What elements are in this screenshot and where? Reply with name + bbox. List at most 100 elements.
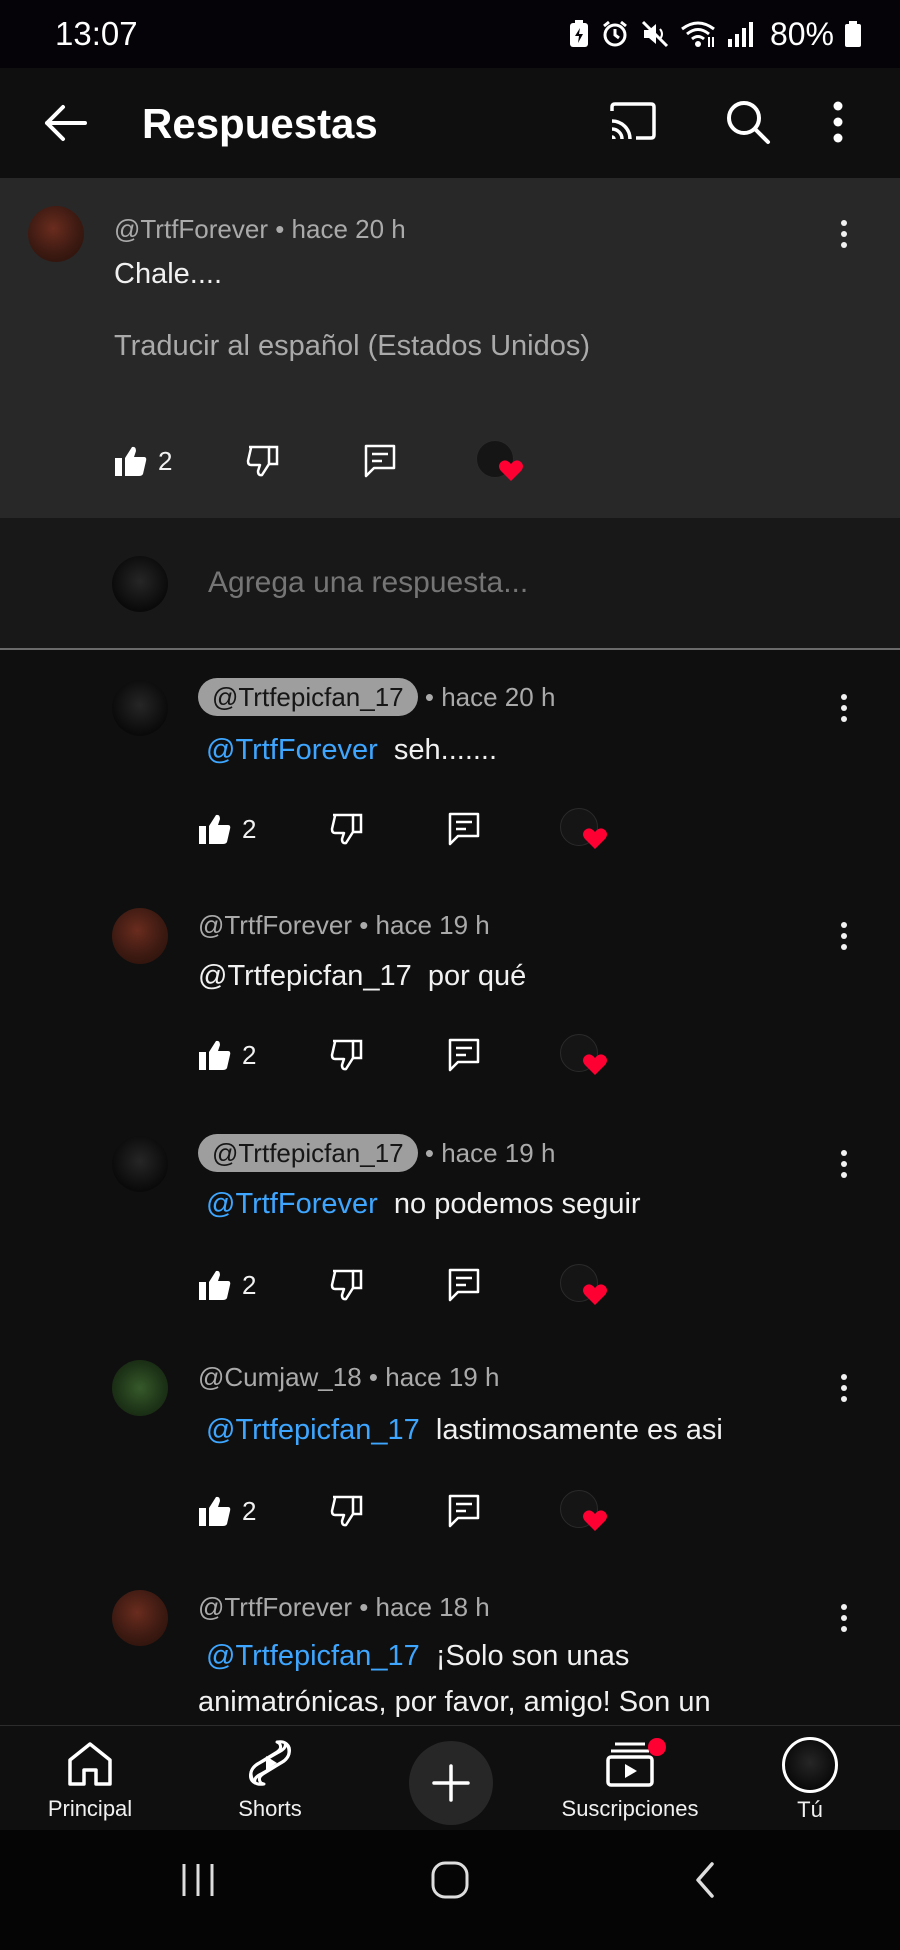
thumb-down-icon xyxy=(330,1039,363,1071)
nav-subscriptions[interactable]: Suscripciones xyxy=(556,1726,704,1831)
comment-author[interactable]: @TrtfForever xyxy=(198,910,352,940)
like-button[interactable]: 2 xyxy=(198,812,256,846)
heart-icon xyxy=(583,1054,607,1075)
translate-link[interactable]: Traducir al español (Estados Unidos) xyxy=(114,330,590,363)
creator-heart xyxy=(560,1490,608,1536)
reply-input[interactable] xyxy=(208,566,808,600)
recents-button[interactable] xyxy=(178,1860,218,1905)
mention-text[interactable]: @Trtfepicfan_17 xyxy=(198,960,412,992)
cast-button[interactable] xyxy=(608,101,658,146)
back-button[interactable] xyxy=(40,98,90,148)
heart-icon xyxy=(583,1510,607,1531)
app-bar: Respuestas xyxy=(0,68,900,178)
comment-menu-button[interactable] xyxy=(834,688,854,728)
reply-button[interactable] xyxy=(448,1038,480,1072)
comment-text: @TrtfForever seh....... xyxy=(206,734,498,766)
dislike-button[interactable] xyxy=(330,1494,364,1528)
reply-button[interactable] xyxy=(448,1268,480,1302)
mention-link[interactable]: @Trtfepicfan_17 xyxy=(206,1640,420,1672)
avatar[interactable] xyxy=(112,908,168,964)
nav-you[interactable]: Tú xyxy=(760,1726,860,1831)
comment-time: • hace 18 h xyxy=(359,1592,490,1622)
comment-menu-button[interactable] xyxy=(834,916,854,956)
like-count: 2 xyxy=(242,1495,257,1526)
dislike-button[interactable] xyxy=(330,812,364,846)
avatar[interactable] xyxy=(112,1590,168,1646)
thumb-down-icon xyxy=(330,1495,363,1527)
battery-percent: 80% xyxy=(769,15,834,52)
plus-icon xyxy=(432,1764,470,1802)
comment-author[interactable]: @TrtfForever xyxy=(198,1592,352,1622)
parent-comment: @TrtfForever • hace 20 h Chale.... Tradu… xyxy=(0,178,900,518)
thumb-up-filled-icon xyxy=(199,1270,231,1300)
like-count: 2 xyxy=(242,1039,257,1070)
mention-link[interactable]: @TrtfForever xyxy=(206,1188,378,1220)
like-button[interactable]: 2 xyxy=(114,444,172,478)
home-system-button[interactable] xyxy=(430,1860,470,1905)
comment-author-chip[interactable]: @Trtfepicfan_17 xyxy=(198,1134,418,1172)
mention-link[interactable]: @TrtfForever xyxy=(206,734,378,766)
home-icon xyxy=(68,1742,112,1786)
comment-icon xyxy=(448,1494,480,1528)
comment-icon xyxy=(448,1038,480,1072)
mention-link[interactable]: @Trtfepicfan_17 xyxy=(206,1414,420,1446)
search-button[interactable] xyxy=(724,98,772,151)
like-button[interactable]: 2 xyxy=(198,1038,256,1072)
like-button[interactable]: 2 xyxy=(198,1268,256,1302)
reply-button[interactable] xyxy=(448,1494,480,1528)
dislike-button[interactable] xyxy=(330,1038,364,1072)
comment-menu-button[interactable] xyxy=(834,1598,854,1638)
notification-dot xyxy=(648,1738,666,1756)
shorts-icon xyxy=(249,1740,291,1786)
comment-menu-button[interactable] xyxy=(834,1368,854,1408)
comment-actions: 2 xyxy=(198,1034,698,1088)
comment-author[interactable]: @Cumjaw_18 xyxy=(198,1362,362,1392)
comment-icon xyxy=(448,812,480,846)
comment-text: @Trtfepicfan_17 ¡Solo son unas xyxy=(206,1640,630,1672)
dislike-button[interactable] xyxy=(246,444,280,478)
nav-shorts[interactable]: Shorts xyxy=(220,1726,320,1831)
nav-shorts-label: Shorts xyxy=(238,1796,302,1821)
back-system-button[interactable] xyxy=(690,1860,720,1905)
avatar[interactable] xyxy=(112,680,168,736)
avatar[interactable] xyxy=(112,1360,168,1416)
create-button[interactable] xyxy=(409,1741,493,1825)
comment-author[interactable]: @TrtfForever xyxy=(114,214,268,244)
battery-icon xyxy=(845,21,861,47)
nav-you-label: Tú xyxy=(797,1797,823,1822)
heart-icon xyxy=(583,1284,607,1305)
comment-text: @TrtfForever no podemos seguir xyxy=(206,1188,641,1220)
avatar[interactable] xyxy=(28,206,84,262)
reply-item: @Trtfepicfan_17 • hace 20 h @TrtfForever… xyxy=(0,652,900,880)
thumb-down-icon xyxy=(246,445,279,477)
avatar[interactable] xyxy=(112,1136,168,1192)
comment-actions: 2 xyxy=(198,1490,698,1544)
comment-menu-button[interactable] xyxy=(834,1144,854,1184)
comment-time: • hace 19 h xyxy=(368,1362,500,1392)
comment-text: @Trtfepicfan_17 lastimosamente es asi xyxy=(206,1414,723,1446)
thumb-up-filled-icon xyxy=(199,1040,231,1070)
signal-icon xyxy=(727,22,753,47)
dislike-button[interactable] xyxy=(330,1268,364,1302)
heart-icon xyxy=(583,828,607,849)
comment-author-chip[interactable]: @Trtfepicfan_17 xyxy=(198,678,418,716)
alarm-icon xyxy=(603,20,627,47)
comment-icon xyxy=(364,444,396,478)
more-options-button[interactable] xyxy=(830,98,846,151)
comment-actions: 2 xyxy=(198,808,698,862)
battery-saver-icon xyxy=(569,20,588,47)
page-title: Respuestas xyxy=(142,100,378,147)
nav-home[interactable]: Principal xyxy=(40,1726,140,1831)
recents-icon xyxy=(182,1864,214,1896)
reply-button[interactable] xyxy=(448,812,480,846)
like-count: 2 xyxy=(242,813,257,844)
thumb-down-icon xyxy=(330,1269,363,1301)
comment-menu-button[interactable] xyxy=(834,214,854,254)
home-circle-icon xyxy=(431,1861,469,1899)
mute-icon xyxy=(641,20,669,48)
thumb-up-filled-icon xyxy=(199,814,231,844)
reply-button[interactable] xyxy=(364,444,396,478)
replies-list: @Trtfepicfan_17 • hace 20 h @TrtfForever… xyxy=(0,652,900,1725)
status-bar: 13:07 80% xyxy=(0,0,900,68)
like-button[interactable]: 2 xyxy=(198,1494,256,1528)
